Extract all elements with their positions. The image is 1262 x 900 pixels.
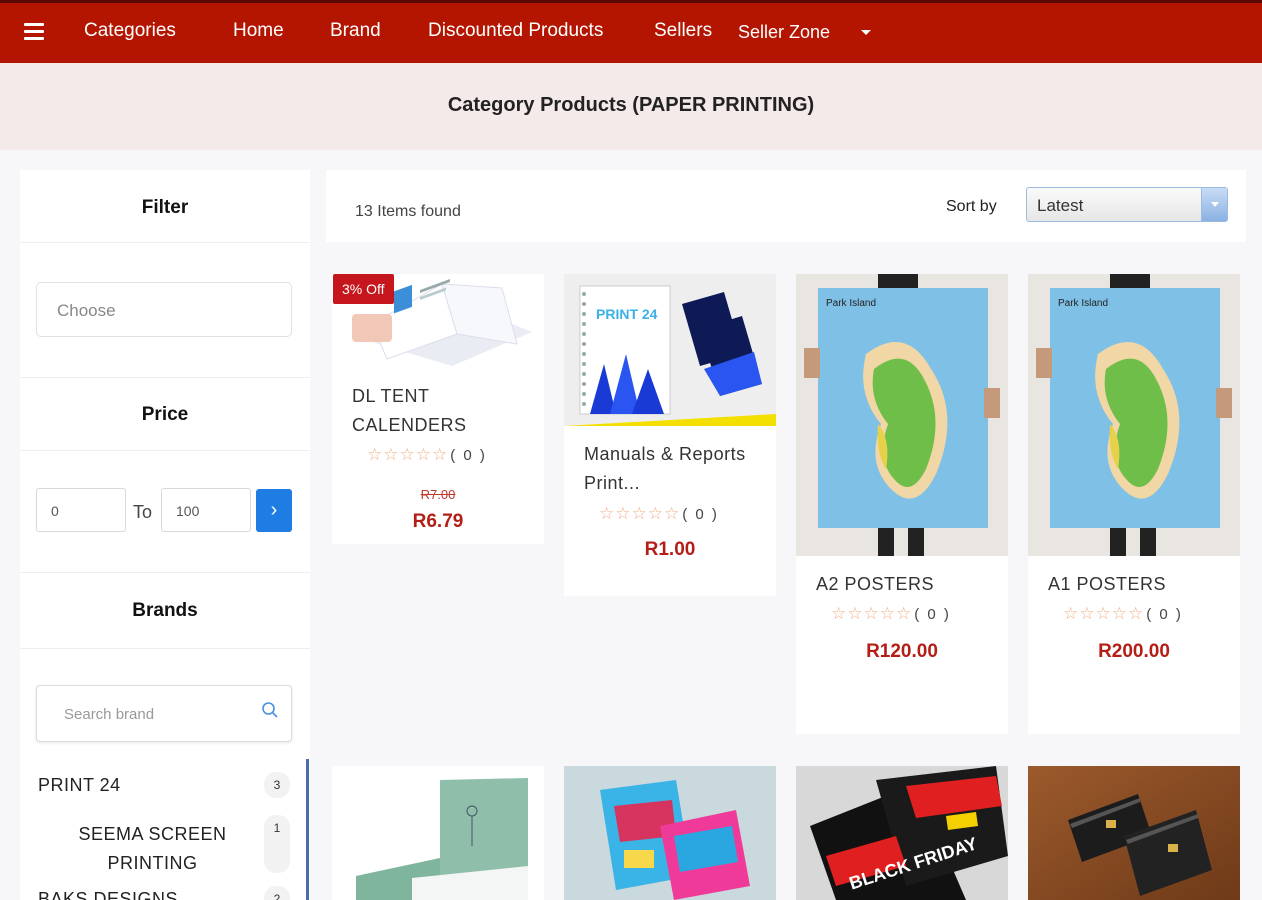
page-title: Category Products (PAPER PRINTING)	[447, 94, 815, 116]
product-card[interactable]	[332, 766, 544, 900]
filter-sidebar: Filter Choose Price 0 To 100 › Brands Se…	[20, 170, 310, 900]
divider	[20, 377, 310, 378]
product-card[interactable]: Park Island A1 POSTERS ☆☆☆☆☆( 0 ) R200.0…	[1028, 274, 1240, 734]
rating-count: ( 0 )	[450, 447, 487, 464]
product-name[interactable]: Manuals & Reports Print...	[584, 440, 769, 498]
chevron-down-icon[interactable]	[1201, 188, 1227, 221]
sort-selected-value: Latest	[1037, 196, 1084, 215]
nav-sellers[interactable]: Sellers	[654, 20, 712, 42]
rating-stars: ☆☆☆☆☆( 0 )	[599, 504, 719, 524]
rating-stars: ☆☆☆☆☆( 0 )	[831, 604, 951, 624]
nav-categories[interactable]: Categories	[84, 20, 176, 42]
nav-seller-zone[interactable]: Seller Zone	[738, 22, 830, 43]
product-image-text: Park Island	[826, 298, 876, 309]
product-image-text: PRINT 24	[596, 306, 658, 322]
divider	[20, 242, 310, 243]
rating-stars: ☆☆☆☆☆( 0 )	[1063, 604, 1183, 624]
product-card[interactable]	[564, 766, 776, 900]
rating-count: ( 0 )	[1146, 606, 1183, 623]
product-price: R200.00	[1098, 641, 1170, 662]
price-heading: Price	[141, 404, 189, 425]
product-image[interactable]: Park Island	[1028, 274, 1240, 556]
rating-count: ( 0 )	[682, 506, 719, 523]
product-name[interactable]: A2 POSTERS	[816, 570, 1001, 599]
items-found-count: 13 Items found	[355, 203, 461, 220]
filter-heading: Filter	[141, 197, 189, 218]
divider	[20, 450, 310, 451]
product-image[interactable]	[1028, 766, 1240, 900]
divider	[20, 572, 310, 573]
brand-count-badge: 1	[264, 815, 290, 873]
hamburger-menu-icon[interactable]	[24, 23, 44, 40]
nav-brand[interactable]: Brand	[330, 20, 381, 42]
price-max-input[interactable]: 100	[161, 488, 251, 532]
results-toolbar: 13 Items found Sort by Latest	[326, 170, 1246, 242]
product-image[interactable]: Park Island	[796, 274, 1008, 556]
product-image[interactable]	[332, 766, 544, 900]
star-icon: ☆☆☆☆☆	[1063, 604, 1145, 623]
product-image-text: Park Island	[1058, 298, 1108, 309]
top-navbar: Categories Home Brand Discounted Product…	[0, 0, 1262, 63]
old-price: R7.00	[420, 487, 456, 502]
page-title-bar: Category Products (PAPER PRINTING)	[0, 63, 1262, 150]
divider	[20, 648, 310, 649]
product-name[interactable]: A1 POSTERS	[1048, 570, 1233, 599]
product-price: R6.79	[412, 511, 464, 532]
brands-heading: Brands	[132, 600, 198, 621]
category-choose-select[interactable]: Choose	[36, 282, 292, 337]
brand-item-baks-designs[interactable]: BAKS DESIGNS	[38, 889, 178, 900]
product-image[interactable]	[564, 766, 776, 900]
rating-count: ( 0 )	[914, 606, 951, 623]
search-icon[interactable]	[261, 701, 279, 719]
discount-badge: 3% Off	[333, 274, 394, 304]
product-name[interactable]: DL TENT CALENDERS	[352, 382, 537, 440]
brand-count-badge: 2	[264, 886, 290, 900]
star-icon: ☆☆☆☆☆	[367, 445, 449, 464]
sort-label: Sort by	[946, 198, 997, 215]
brand-item-print-24[interactable]: PRINT 24	[38, 775, 121, 796]
product-price: R1.00	[644, 539, 696, 560]
product-image[interactable]: BLACK FRIDAY	[796, 766, 1008, 900]
product-image[interactable]: PRINT 24	[564, 274, 776, 426]
star-icon: ☆☆☆☆☆	[831, 604, 913, 623]
sidebar-scrollbar[interactable]	[306, 759, 309, 900]
product-card[interactable]: Park Island A2 POSTERS ☆☆☆☆☆( 0 ) R120.0…	[796, 274, 1008, 734]
chevron-down-icon[interactable]	[861, 30, 871, 35]
product-card[interactable]: 3% Off DL TENT CALENDERS ☆☆☆☆☆( 0 ) R7.0…	[332, 274, 544, 544]
price-min-input[interactable]: 0	[36, 488, 126, 532]
star-icon: ☆☆☆☆☆	[599, 504, 681, 523]
product-card[interactable]: PRINT 24 Manuals & Reports Print... ☆☆☆☆…	[564, 274, 776, 596]
nav-discounted-products[interactable]: Discounted Products	[428, 20, 603, 42]
product-card[interactable]	[1028, 766, 1240, 900]
product-card[interactable]: BLACK FRIDAY	[796, 766, 1008, 900]
product-price: R120.00	[866, 641, 938, 662]
brand-search-placeholder: Search brand	[64, 706, 155, 723]
sort-select[interactable]: Latest	[1026, 187, 1228, 222]
brand-search-input[interactable]: Search brand	[36, 685, 292, 742]
nav-home[interactable]: Home	[233, 20, 284, 42]
brand-count-badge: 3	[264, 772, 290, 798]
price-apply-button[interactable]: ›	[256, 489, 292, 532]
price-to-label: To	[133, 502, 153, 522]
rating-stars: ☆☆☆☆☆( 0 )	[367, 445, 487, 465]
brand-item-seema-screen-printing[interactable]: SEEMA SCREEN PRINTING	[60, 820, 245, 878]
